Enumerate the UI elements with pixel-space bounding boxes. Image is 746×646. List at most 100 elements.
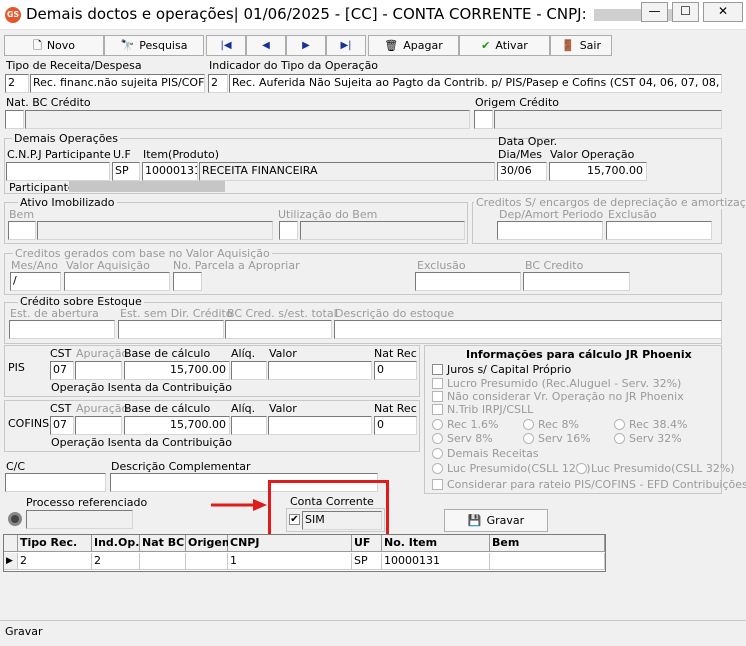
juros-capital-checkbox[interactable]: Juros s/ Capital Próprio bbox=[432, 363, 571, 376]
demais-receitas-radio[interactable]: Demais Receitas bbox=[432, 447, 539, 460]
last-record-button[interactable]: ▶| bbox=[326, 35, 366, 56]
exclusao-aquisicao-field[interactable] bbox=[415, 272, 521, 291]
pis-apuracao-field[interactable] bbox=[75, 361, 122, 380]
cofins-base-field[interactable]: 15,700.00 bbox=[124, 416, 230, 435]
first-record-button[interactable]: |◀ bbox=[206, 35, 246, 56]
dep-amort-field[interactable] bbox=[497, 221, 603, 240]
bc-cred-est-field[interactable] bbox=[225, 320, 332, 339]
bc-credito-label: BC Credito bbox=[525, 259, 584, 272]
utilizacao-bem-desc-field bbox=[300, 221, 465, 240]
grid-header-origem[interactable]: Origem bbox=[186, 535, 233, 552]
novo-button[interactable]: 🗋 Novo bbox=[4, 35, 104, 56]
cofins-aliq-field[interactable] bbox=[231, 416, 267, 435]
rec-38-4-radio[interactable]: Rec 38.4% bbox=[614, 418, 687, 431]
valor-operacao-field[interactable]: 15,700.00 bbox=[549, 162, 647, 181]
grid-header-tipo-rec[interactable]: Tipo Rec. bbox=[18, 535, 92, 552]
cnpj-participante-field[interactable] bbox=[6, 162, 110, 181]
pis-valor-field[interactable] bbox=[268, 361, 372, 380]
descricao-estoque-field[interactable] bbox=[334, 320, 722, 339]
cc-field[interactable] bbox=[5, 473, 106, 492]
grid-cell-ind-op[interactable]: 2 bbox=[92, 553, 140, 570]
pis-base-field[interactable]: 15,700.00 bbox=[124, 361, 230, 380]
grid-header-ind-op[interactable]: Ind.Op. bbox=[92, 535, 140, 552]
nao-considerar-checkbox[interactable]: Não considerar Vr. Operação no JR Phoeni… bbox=[432, 390, 684, 403]
nat-bc-credito-desc-field bbox=[25, 110, 470, 129]
dep-amort-label: Dep/Amort Periodo bbox=[499, 208, 604, 221]
grid-cell-nat-bc[interactable] bbox=[140, 553, 186, 570]
serv-16-radio[interactable]: Serv 16% bbox=[523, 432, 591, 445]
minimize-button[interactable]: — bbox=[641, 2, 668, 22]
utilizacao-bem-label: Utilização do Bem bbox=[278, 208, 378, 221]
cofins-apuracao-field[interactable] bbox=[75, 416, 122, 435]
indicador-desc-field[interactable]: Rec. Auferida Não Sujeita ao Pagto da Co… bbox=[229, 74, 722, 93]
uf-field[interactable]: SP bbox=[112, 162, 140, 181]
app-icon: GS bbox=[5, 7, 21, 23]
participante-name-redaction bbox=[69, 181, 225, 192]
dia-mes-label: Dia/Mes bbox=[498, 148, 542, 161]
cofins-apuracao-label: Apuração bbox=[76, 402, 129, 415]
grid-cell-uf[interactable]: SP bbox=[352, 553, 382, 570]
origem-credito-code-field[interactable] bbox=[474, 110, 493, 129]
grid-cell-no-item[interactable]: 10000131 bbox=[382, 553, 490, 570]
cofins-natrec-label: Nat Rec bbox=[374, 402, 417, 415]
rec-1-6-radio[interactable]: Rec 1.6% bbox=[432, 418, 498, 431]
records-grid[interactable]: Tipo Rec. Ind.Op. Nat BC Origem CNPJ UF … bbox=[3, 534, 606, 572]
grid-cell-tipo-rec[interactable]: 2 bbox=[18, 553, 92, 570]
est-sem-dir-label: Est. sem Dir. Crédito bbox=[120, 307, 233, 320]
gravar-button[interactable]: 💾 Gravar bbox=[444, 509, 548, 532]
bc-credito-field[interactable] bbox=[523, 272, 630, 291]
item-desc-field: RECEITA FINANCEIRA bbox=[199, 162, 495, 181]
grid-row-indicator-icon[interactable]: ▶ bbox=[4, 553, 18, 570]
cofins-cst-field[interactable]: 07 bbox=[50, 416, 74, 435]
close-button[interactable]: ✕ bbox=[703, 2, 743, 22]
mes-ano-field[interactable]: / bbox=[10, 272, 61, 291]
grid-cell-origem[interactable] bbox=[186, 553, 228, 570]
prev-record-button[interactable]: ◀ bbox=[246, 35, 286, 56]
maximize-button[interactable]: ☐ bbox=[672, 2, 699, 22]
processo-referenciado-button-icon[interactable] bbox=[8, 512, 22, 526]
tipo-receita-code-field[interactable]: 2 bbox=[5, 74, 29, 93]
pis-natrec-field[interactable]: 0 bbox=[374, 361, 417, 380]
utilizacao-bem-code-field[interactable] bbox=[279, 221, 298, 240]
grid-cell-cnpj[interactable]: 1 bbox=[228, 553, 352, 570]
bem-code-field[interactable] bbox=[8, 221, 36, 240]
indicador-code-field[interactable]: 2 bbox=[208, 74, 228, 93]
grid-header-nat-bc[interactable]: Nat BC bbox=[140, 535, 186, 552]
grid-cell-bem[interactable] bbox=[490, 553, 605, 570]
cofins-valor-field[interactable] bbox=[268, 416, 372, 435]
valor-aquisicao-field[interactable] bbox=[64, 272, 170, 291]
cofins-natrec-field[interactable]: 0 bbox=[374, 416, 417, 435]
new-document-icon: 🗋 bbox=[32, 39, 42, 52]
grid-header-no-item[interactable]: No. Item bbox=[382, 535, 490, 552]
lucro-presumido-checkbox[interactable]: Lucro Presumido (Rec.Aluguel - Serv. 32%… bbox=[432, 377, 681, 390]
serv-8-radio[interactable]: Serv 8% bbox=[432, 432, 493, 445]
exclusao-encargos-field[interactable] bbox=[606, 221, 712, 240]
status-text: Gravar bbox=[5, 625, 43, 638]
ativar-button[interactable]: ✔ Ativar bbox=[459, 35, 550, 56]
luc-presumido-12-radio[interactable]: Luc Presumido(CSLL 12%) bbox=[432, 462, 591, 475]
pesquisa-button[interactable]: 🔭 Pesquisa bbox=[104, 35, 204, 56]
est-abertura-field[interactable] bbox=[9, 320, 115, 339]
next-record-button[interactable]: ▶ bbox=[286, 35, 326, 56]
serv-32-radio[interactable]: Serv 32% bbox=[614, 432, 682, 445]
tipo-receita-desc-field[interactable]: Rec. financ.não sujeita PIS/COFINS bbox=[30, 74, 205, 93]
grid-header-bem[interactable]: Bem bbox=[490, 535, 605, 552]
ntrib-checkbox[interactable]: N.Trib IRPJ/CSLL bbox=[432, 403, 533, 416]
grid-header-uf[interactable]: UF bbox=[352, 535, 382, 552]
pis-cst-field[interactable]: 07 bbox=[50, 361, 74, 380]
data-operacao-field[interactable]: 30/06 bbox=[497, 162, 547, 181]
rec-8-radio[interactable]: Rec 8% bbox=[523, 418, 579, 431]
pis-aliq-field[interactable] bbox=[231, 361, 267, 380]
rateio-pis-cofins-checkbox[interactable]: Considerar para rateio PIS/COFINS - EFD … bbox=[432, 478, 746, 491]
item-code-field[interactable]: 10000131 bbox=[142, 162, 198, 181]
apagar-button[interactable]: 🗑 Apagar bbox=[368, 35, 459, 56]
grid-header-cnpj[interactable]: CNPJ bbox=[228, 535, 352, 552]
cofins-aliq-label: Alíq. bbox=[231, 402, 256, 415]
luc-presumido-32-radio[interactable]: Luc Presumido(CSLL 32%) bbox=[576, 462, 735, 475]
sair-button[interactable]: 🚪 Sair bbox=[550, 35, 612, 56]
nat-bc-credito-code-field[interactable] bbox=[5, 110, 24, 129]
parcela-apropriar-field[interactable] bbox=[173, 272, 202, 291]
est-sem-dir-field[interactable] bbox=[118, 320, 224, 339]
exit-door-icon: 🚪 bbox=[560, 39, 575, 52]
uf-label: U.F bbox=[113, 148, 131, 161]
